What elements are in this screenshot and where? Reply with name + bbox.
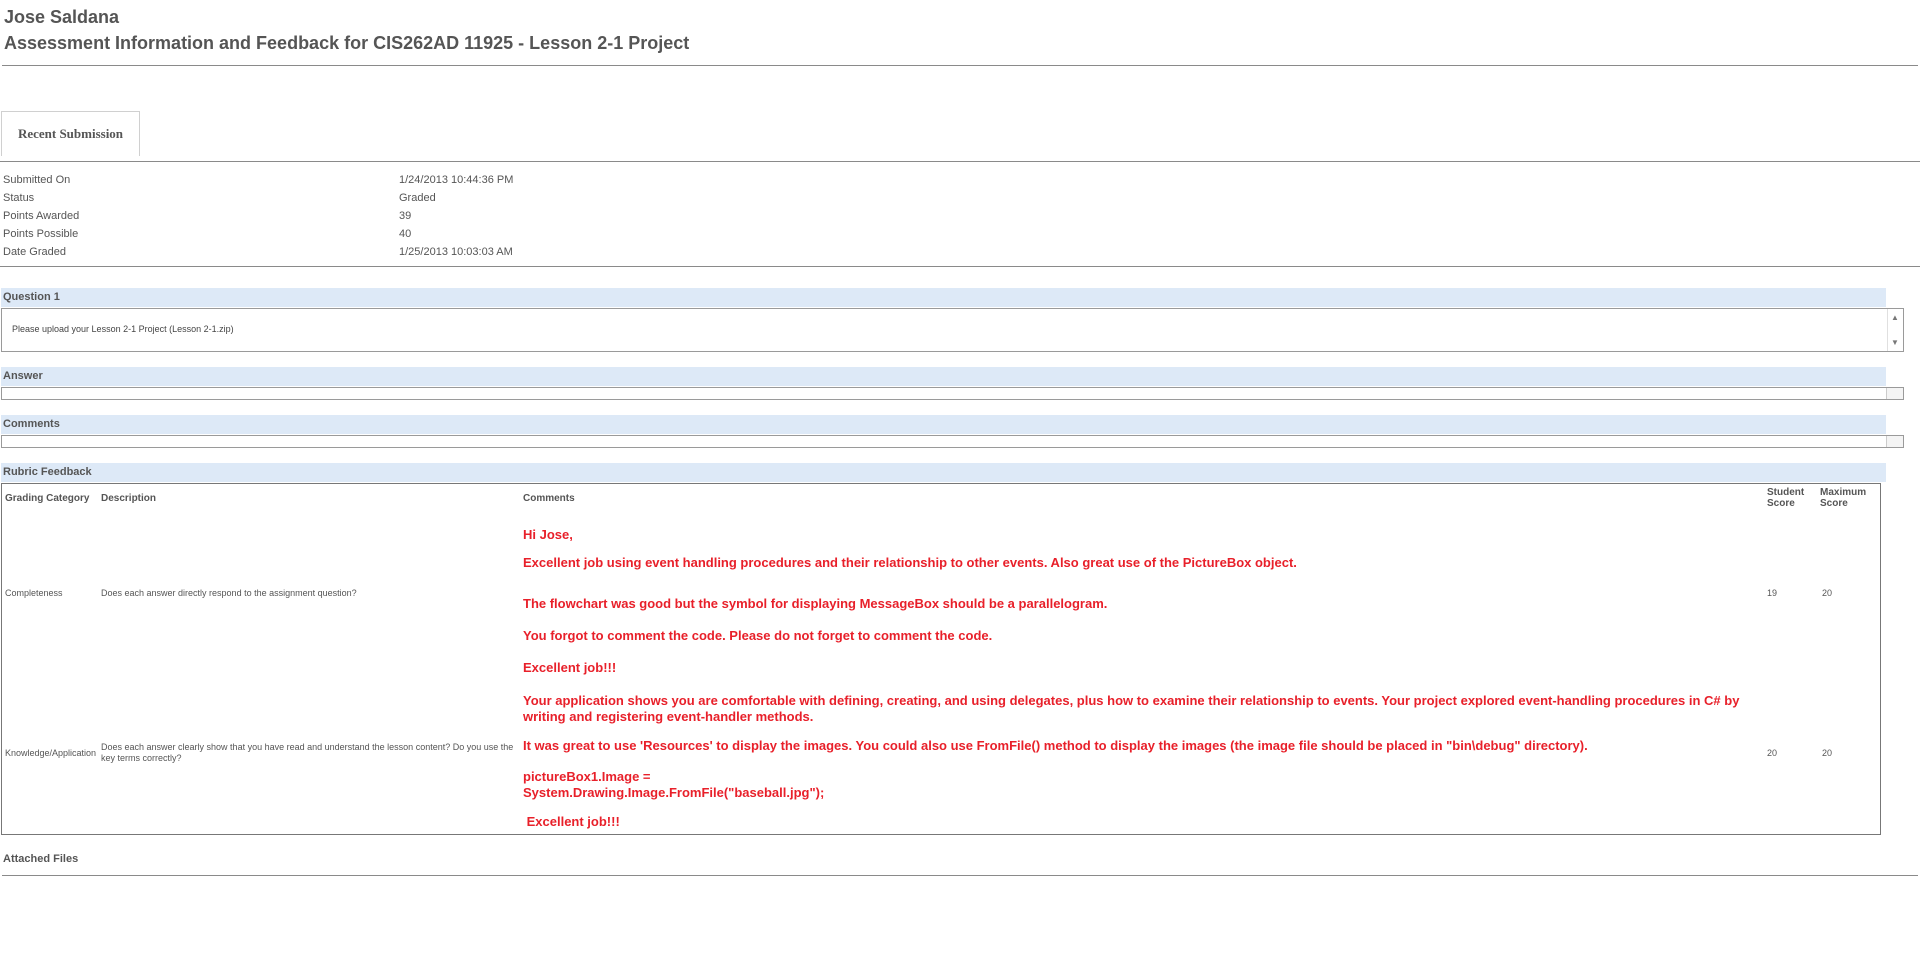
tab-recent-submission[interactable]: Recent Submission — [1, 111, 140, 156]
row2-category: Knowledge/Application — [5, 748, 97, 758]
row1-category: Completeness — [5, 588, 63, 598]
points-possible-row: Points Possible 40 — [3, 225, 603, 243]
row1-maximum-score: 20 — [1822, 588, 1833, 598]
comments-resize-grip[interactable] — [1886, 436, 1903, 447]
row2-student-score: 20 — [1767, 748, 1778, 758]
answer-box[interactable] — [1, 387, 1904, 400]
attached-files-divider — [2, 875, 1918, 876]
row2-comment-code-sample: pictureBox1.Image = System.Drawing.Image… — [523, 769, 825, 800]
col-student-score: Student Score — [1767, 487, 1805, 509]
submitted-on-row: Submitted On 1/24/2013 10:44:36 PM — [3, 171, 603, 189]
attached-files-heading: Attached Files — [3, 853, 79, 865]
rubric-heading: Rubric Feedback — [1, 463, 1886, 482]
row2-maximum-score: 20 — [1822, 748, 1833, 758]
row2-description: Does each answer clearly show that you h… — [101, 742, 514, 763]
date-graded-row: Date Graded 1/25/2013 10:03:03 AM — [3, 243, 603, 261]
question-text: Please upload your Lesson 2-1 Project (L… — [12, 324, 234, 334]
col-grading-category: Grading Category — [5, 493, 90, 504]
answer-resize-grip[interactable] — [1886, 388, 1903, 399]
submitted-on-label: Submitted On — [3, 174, 71, 186]
points-awarded-row: Points Awarded 39 — [3, 207, 603, 225]
points-possible-value: 40 — [399, 228, 412, 240]
date-graded-label: Date Graded — [3, 246, 66, 258]
row1-comment-greeting: Hi Jose, — [523, 527, 573, 542]
tab-divider — [0, 161, 1920, 162]
details-divider — [0, 266, 1920, 267]
scroll-down-icon[interactable]: ▼ — [1891, 338, 1899, 347]
points-possible-label: Points Possible — [3, 228, 79, 240]
points-awarded-label: Points Awarded — [3, 210, 80, 222]
col-comments: Comments — [523, 493, 575, 504]
question-heading: Question 1 — [1, 288, 1886, 307]
row1-comment-code-comments: You forgot to comment the code. Please d… — [523, 628, 993, 643]
row2-comment-resources: It was great to use 'Resources' to displ… — [523, 738, 1588, 753]
submission-details: Submitted On 1/24/2013 10:44:36 PM Statu… — [3, 171, 603, 261]
col-description: Description — [101, 493, 157, 504]
status-label: Status — [3, 192, 35, 204]
page-title: Assessment Information and Feedback for … — [4, 33, 690, 53]
row1-comment-closing: Excellent job!!! — [523, 660, 617, 675]
question-box[interactable]: Please upload your Lesson 2-1 Project (L… — [1, 308, 1904, 352]
scroll-up-icon[interactable]: ▲ — [1891, 313, 1899, 322]
row2-comment-delegates: Your application shows you are comfortab… — [523, 693, 1740, 724]
answer-heading: Answer — [1, 367, 1886, 386]
row1-comment-praise: Excellent job using event handling proce… — [523, 555, 1297, 570]
comments-box[interactable] — [1, 435, 1904, 448]
row1-comment-flowchart: The flowchart was good but the symbol fo… — [523, 596, 1108, 611]
submitted-on-value: 1/24/2013 10:44:36 PM — [399, 174, 514, 186]
row1-student-score: 19 — [1767, 588, 1778, 598]
question-scrollbar[interactable]: ▲ ▼ — [1887, 309, 1903, 351]
row2-comment-closing: Excellent job!!! — [523, 814, 620, 829]
student-name: Jose Saldana — [4, 7, 120, 27]
date-graded-value: 1/25/2013 10:03:03 AM — [399, 246, 513, 258]
status-row: Status Graded — [3, 189, 603, 207]
comments-heading: Comments — [1, 415, 1886, 434]
points-awarded-value: 39 — [399, 210, 412, 222]
col-maximum-score: Maximum Score — [1820, 487, 1867, 509]
row1-description: Does each answer directly respond to the… — [101, 588, 357, 598]
status-value: Graded — [399, 192, 436, 204]
header-divider — [2, 65, 1918, 66]
rubric-table: Grading Category Description Comments St… — [1, 483, 1881, 835]
